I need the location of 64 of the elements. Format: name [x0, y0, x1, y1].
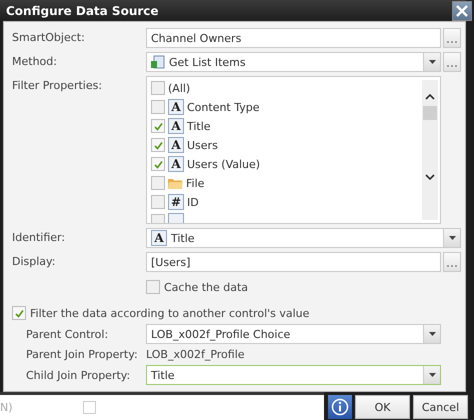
parent-control-dropdown[interactable]: LOB_x002f_Profile Choice [146, 324, 441, 344]
check-icon [14, 308, 24, 318]
window-title: Configure Data Source [6, 4, 159, 18]
parent-join-value: LOB_x002f_Profile [146, 348, 246, 361]
caret-icon [428, 373, 436, 377]
caret-icon [428, 60, 436, 64]
checkbox[interactable] [151, 119, 165, 133]
field-label: Display: [12, 254, 56, 268]
method-dropdown[interactable]: Get List Items [146, 52, 441, 72]
list-icon [151, 55, 165, 69]
browse-button[interactable] [443, 252, 461, 272]
info-icon [331, 398, 349, 416]
field-label: Parent Join Property: [26, 348, 139, 361]
checkbox[interactable] [151, 100, 165, 114]
close-button[interactable] [452, 0, 472, 20]
checkbox-label: Cache the data [164, 280, 248, 294]
property-name: (All) [168, 82, 190, 94]
property-name: Title [187, 120, 211, 132]
property-name: Users (Value) [187, 158, 260, 170]
browse-button[interactable] [443, 52, 461, 72]
child-join-dropdown[interactable]: Title [146, 365, 441, 385]
text-type-icon: A [168, 118, 184, 134]
close-icon [456, 4, 468, 16]
field-label: SmartObject: [12, 30, 86, 44]
caret-icon [448, 236, 456, 240]
caret-icon [428, 332, 436, 336]
checkbox[interactable] [151, 81, 165, 95]
display-field[interactable]: [Users] [146, 252, 441, 272]
browse-button[interactable] [443, 28, 461, 48]
cancel-button[interactable]: Cancel [413, 395, 468, 419]
background-text: N) [0, 401, 13, 414]
field-label: Identifier: [12, 230, 66, 244]
checkbox[interactable] [151, 176, 165, 190]
field-label: Parent Control: [26, 328, 110, 340]
property-name: Users [187, 138, 218, 152]
property-name: Content Type [187, 100, 260, 114]
scroll-thumb[interactable] [423, 106, 437, 120]
check-icon [154, 160, 162, 168]
info-button[interactable] [328, 395, 352, 419]
check-icon [154, 140, 162, 150]
text-type-icon: A [168, 156, 184, 172]
checkbox[interactable] [151, 138, 165, 152]
field-label: Method: [12, 54, 58, 68]
ok-button[interactable]: OK [355, 395, 410, 419]
checkbox[interactable] [146, 280, 160, 294]
scroll-down-icon[interactable] [425, 174, 435, 180]
checkbox[interactable] [151, 157, 165, 171]
checkbox[interactable] [12, 306, 26, 320]
property-name: ID [187, 196, 199, 208]
text-type-icon: A [168, 99, 184, 115]
smartobject-field[interactable]: Channel Owners [146, 28, 441, 48]
scrollbar[interactable] [422, 80, 438, 220]
checkbox-label: Filter the data according to another control's value [30, 306, 310, 320]
scroll-up-icon[interactable] [425, 94, 435, 100]
identifier-dropdown[interactable]: A Title [146, 228, 461, 248]
field-label: Filter Properties: [12, 78, 104, 92]
number-type-icon: # [168, 194, 184, 210]
field-label: Child Join Property: [26, 368, 132, 382]
text-type-icon: A [151, 230, 167, 246]
check-icon [154, 122, 162, 130]
property-name: File [186, 176, 204, 190]
text-type-icon: A [168, 137, 184, 153]
folder-icon [168, 176, 183, 190]
checkbox[interactable] [151, 195, 165, 209]
